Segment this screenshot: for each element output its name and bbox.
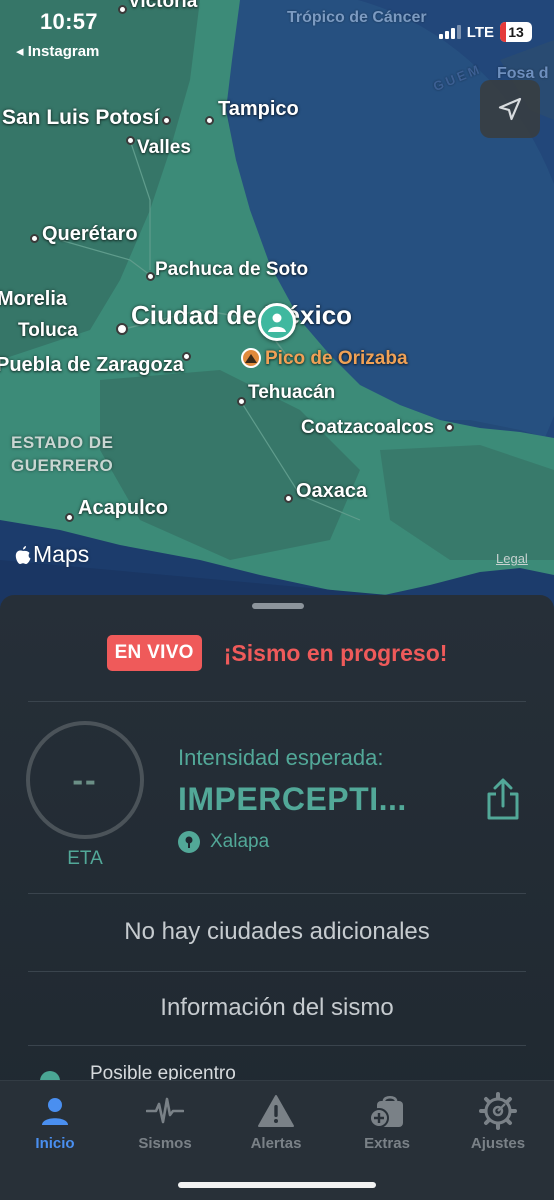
eta-value: --	[72, 761, 98, 798]
city-label[interactable]: Pachuca de Soto	[155, 259, 308, 281]
eta-countdown: --	[26, 721, 144, 839]
city-label[interactable]: Querétaro	[42, 223, 138, 246]
maps-brand-text: Maps	[33, 541, 90, 567]
tab-label: Sismos	[138, 1135, 192, 1152]
city-dot	[30, 234, 39, 243]
intensity-value: IMPERCEPTI...	[178, 781, 407, 817]
network-label: LTE	[466, 23, 494, 41]
poi-label[interactable]: Pico de Orizaba	[265, 348, 408, 370]
maps-brand: Maps	[14, 541, 89, 568]
city-label[interactable]: San Luis Potosí	[2, 106, 160, 130]
city-dot	[445, 423, 454, 432]
divider	[28, 1045, 526, 1046]
map-view[interactable]: Trópico de Cáncer Fosa d GUEM Victoria T…	[0, 0, 554, 640]
divider	[28, 971, 526, 972]
city-dot	[237, 397, 246, 406]
bag-plus-icon	[369, 1095, 403, 1128]
alert-city-name: Xalapa	[210, 831, 270, 852]
alert-headline: ¡Sismo en progreso!	[223, 639, 448, 666]
signal-icon	[438, 25, 461, 39]
status-time: 10:57	[40, 9, 98, 34]
home-indicator[interactable]	[178, 1182, 376, 1188]
city-label[interactable]: Coatzacoalcos	[301, 417, 434, 439]
status-indicators: LTE 13	[438, 22, 532, 42]
tab-inicio[interactable]: Inicio	[0, 1091, 110, 1152]
person-icon	[42, 1098, 68, 1125]
city-label[interactable]: Oaxaca	[296, 480, 367, 503]
region-label: ESTADO DE GUERRERO	[11, 433, 114, 475]
legal-link[interactable]: Legal	[496, 551, 528, 566]
mountain-icon	[241, 348, 261, 368]
city-dot	[182, 352, 191, 361]
city-label[interactable]: Acapulco	[78, 497, 168, 520]
apple-icon	[15, 545, 31, 564]
battery-level: 13	[508, 24, 524, 40]
tab-label: Ajustes	[470, 1135, 526, 1152]
person-icon	[268, 313, 286, 332]
tab-bar: Inicio Sismos Alertas Extras Ajustes	[0, 1080, 554, 1200]
share-icon	[487, 778, 519, 820]
tab-sismos[interactable]: Sismos	[110, 1091, 220, 1152]
city-dot	[284, 494, 293, 503]
city-label-capital[interactable]: Ciudad de México	[131, 300, 352, 331]
city-label[interactable]: Toluca	[18, 320, 78, 342]
warning-icon	[258, 1095, 294, 1127]
live-badge: EN VIVO	[106, 635, 202, 671]
city-label[interactable]: Tampico	[218, 98, 299, 121]
city-dot	[205, 116, 214, 125]
city-dot	[162, 116, 171, 125]
divider	[28, 893, 526, 894]
eta-label: ETA	[67, 848, 103, 869]
tab-label: Inicio	[35, 1135, 75, 1152]
user-location-pin[interactable]	[258, 303, 296, 341]
city-label[interactable]: Victoria	[128, 0, 197, 13]
no-additional-cities: No hay ciudades adicionales	[124, 918, 430, 945]
locate-button[interactable]	[480, 80, 540, 138]
intensity-title: Intensidad esperada:	[178, 745, 384, 770]
map-pin-icon	[178, 831, 200, 853]
live-status-row: EN VIVO ¡Sismo en progreso!	[0, 635, 554, 671]
earthquake-info-button[interactable]: Información del sismo	[0, 994, 554, 1022]
tab-label: Alertas	[250, 1135, 302, 1152]
city-label[interactable]: Puebla de Zaragoza	[0, 354, 184, 377]
location-arrow-icon	[498, 97, 522, 121]
tab-label: Extras	[364, 1135, 410, 1152]
city-label[interactable]: Valles	[137, 137, 191, 159]
waveform-icon	[146, 1097, 184, 1124]
city-dot	[65, 513, 74, 522]
city-dot	[118, 5, 127, 14]
divider	[28, 701, 526, 702]
tab-ajustes[interactable]: Ajustes	[443, 1091, 553, 1152]
tab-alertas[interactable]: Alertas	[221, 1091, 331, 1152]
sheet-grabber[interactable]	[252, 603, 304, 609]
battery-icon: 13	[500, 22, 532, 42]
city-dot	[116, 323, 128, 335]
back-to-app-link[interactable]: ◂ Instagram	[16, 42, 99, 60]
city-dot	[146, 272, 155, 281]
tab-extras[interactable]: Extras	[332, 1091, 442, 1152]
city-dot	[126, 136, 135, 145]
share-button[interactable]	[484, 778, 522, 822]
gear-icon	[479, 1092, 517, 1130]
city-label[interactable]: Tehuacán	[248, 382, 335, 404]
alert-city: Xalapa	[178, 831, 269, 853]
city-label[interactable]: Morelia	[0, 288, 67, 311]
tropic-label: Trópico de Cáncer	[287, 9, 427, 26]
